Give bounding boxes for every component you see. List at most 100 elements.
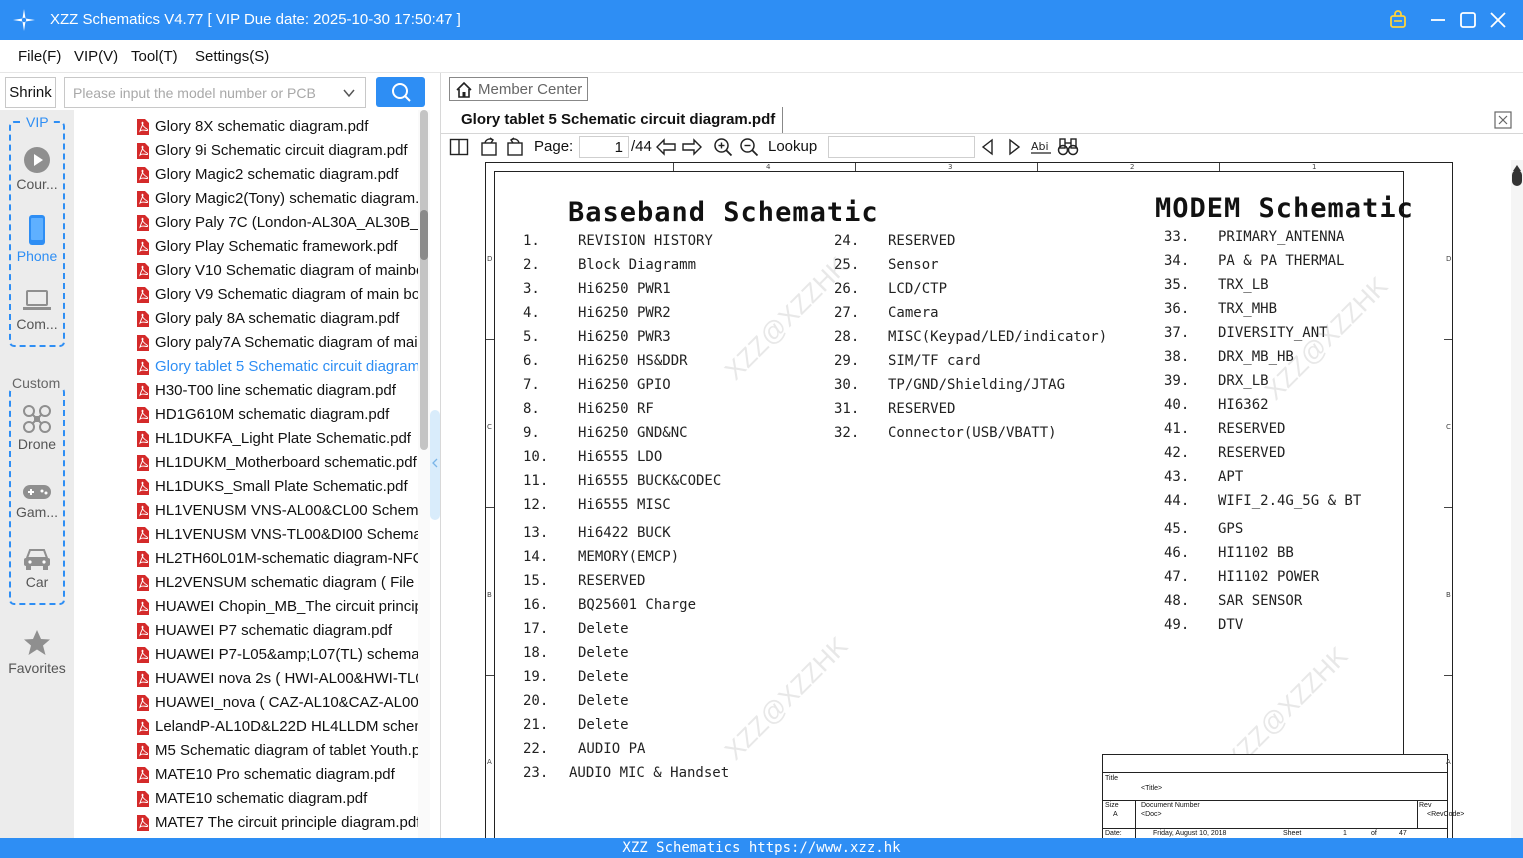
file-list-item[interactable]: HL1DUKM_Motherboard schematic.pdf bbox=[136, 452, 418, 476]
file-list-item[interactable]: Glory V9 Schematic diagram of main board… bbox=[136, 284, 418, 308]
shrink-button[interactable]: Shrink bbox=[5, 77, 56, 108]
file-name: MATE10 Pro schematic diagram.pdf bbox=[155, 766, 395, 783]
search-button[interactable] bbox=[376, 77, 425, 107]
file-list-item[interactable]: Glory paly7A Schematic diagram of mainbo… bbox=[136, 332, 418, 356]
match-case-icon[interactable]: Abi bbox=[1030, 137, 1052, 157]
lookup-input[interactable] bbox=[828, 136, 975, 158]
file-list-item[interactable]: MATE10 Pro schematic diagram.pdf bbox=[136, 764, 418, 788]
close-tab-icon[interactable] bbox=[1494, 111, 1512, 129]
category-favorites[interactable]: Favorites bbox=[0, 628, 74, 676]
vip-bag-icon[interactable] bbox=[1386, 8, 1410, 32]
file-name: HL2VENSUM schematic diagram ( File ).pdf bbox=[155, 574, 418, 591]
file-list-item[interactable]: Glory Magic2(Tony) schematic diagram.pdf bbox=[136, 188, 418, 212]
category-phone[interactable]: Phone bbox=[0, 214, 74, 264]
file-name: HUAWEI_nova ( CAZ-AL10&CAZ-AL00 ).pdf bbox=[155, 694, 418, 711]
toc-entry: BQ25601 Charge bbox=[578, 597, 697, 613]
file-list-item[interactable]: HL1VENUSM VNS-AL00&CL00 Schematic.pdf bbox=[136, 500, 418, 524]
panel-splitter-handle[interactable] bbox=[430, 410, 440, 520]
file-list-item[interactable]: H30-T00 line schematic diagram.pdf bbox=[136, 380, 418, 404]
file-list-item[interactable]: Glory Paly 7C (London-AL30A_AL30B_AL00) … bbox=[136, 212, 418, 236]
category-game[interactable]: Gam... bbox=[0, 482, 74, 520]
next-page-icon[interactable] bbox=[681, 137, 703, 157]
file-name: Glory paly7A Schematic diagram of mainbo… bbox=[155, 334, 418, 351]
file-list-item[interactable]: Glory Magic2 schematic diagram.pdf bbox=[136, 164, 418, 188]
chevron-down-icon[interactable] bbox=[342, 86, 356, 100]
toc-entry: Hi6250 HS&DDR bbox=[578, 353, 688, 369]
document-tab[interactable]: Glory tablet 5 Schematic circuit diagram… bbox=[449, 107, 783, 133]
document-viewer[interactable]: Baseband Schematic MODEM Schematic 1. REV… bbox=[441, 160, 1511, 838]
page-number-input[interactable] bbox=[579, 136, 629, 158]
toc-number: 1. bbox=[523, 233, 540, 249]
menu-tool[interactable]: Tool(T) bbox=[131, 48, 178, 65]
lookup-label: Lookup bbox=[768, 138, 818, 155]
zoom-out-icon[interactable] bbox=[739, 137, 759, 157]
file-list-item[interactable]: Glory tablet 5 Schematic circuit diagram… bbox=[136, 356, 418, 380]
file-list-item[interactable]: Glory V10 Schematic diagram of mainboard… bbox=[136, 260, 418, 284]
file-list-item[interactable]: HUAWEI nova 2s ( HWI-AL00&HWI-TL00 ).pdf bbox=[136, 668, 418, 692]
member-center-button[interactable]: Member Center bbox=[449, 77, 588, 101]
pdf-file-icon bbox=[137, 719, 149, 735]
file-list-item[interactable]: HUAWEI_nova ( CAZ-AL10&CAZ-AL00 ).pdf bbox=[136, 692, 418, 716]
toc-entry: Hi6250 PWR2 bbox=[578, 305, 671, 321]
toc-number: 15. bbox=[523, 573, 549, 589]
pdf-file-icon bbox=[137, 167, 149, 183]
toggle-sidebar-icon[interactable] bbox=[449, 137, 469, 157]
toc-number: 19. bbox=[523, 669, 549, 685]
toc-entry: Block Diagramm bbox=[578, 257, 697, 273]
menu-file[interactable]: File(F) bbox=[18, 48, 61, 65]
maximize-icon[interactable] bbox=[1456, 8, 1480, 32]
minimize-icon[interactable] bbox=[1426, 8, 1450, 32]
menu-vip[interactable]: VIP(V) bbox=[74, 48, 118, 65]
search-input[interactable] bbox=[73, 83, 335, 103]
category-car[interactable]: Car bbox=[0, 546, 74, 590]
file-list-item[interactable]: HL1VENUSM VNS-TL00&DI00 Schematic.pdf bbox=[136, 524, 418, 548]
file-list-item[interactable]: HL2VENSUM schematic diagram ( File ).pdf bbox=[136, 572, 418, 596]
file-list-item[interactable]: LelandP-AL10D&L22D HL4LLDM schematic.pdf bbox=[136, 716, 418, 740]
previous-page-icon[interactable] bbox=[655, 137, 677, 157]
rotate-left-icon[interactable] bbox=[479, 137, 499, 157]
pdf-file-icon bbox=[137, 239, 149, 255]
viewer-scrollbar[interactable] bbox=[1511, 160, 1523, 838]
file-list-item[interactable]: Glory paly 8A schematic diagram.pdf bbox=[136, 308, 418, 332]
toc-number: 17. bbox=[523, 621, 549, 637]
file-list-item[interactable]: HL1DUKFA_Light Plate Schematic.pdf bbox=[136, 428, 418, 452]
find-next-icon[interactable] bbox=[1006, 137, 1022, 157]
file-list-item[interactable]: MATE7 The circuit principle diagram.pdf bbox=[136, 812, 418, 836]
file-list-item[interactable]: HUAWEI P7 schematic diagram.pdf bbox=[136, 620, 418, 644]
find-previous-icon[interactable] bbox=[980, 137, 996, 157]
file-list-item[interactable]: Glory 8X schematic diagram.pdf bbox=[136, 116, 418, 140]
file-list-item[interactable]: MATE10 schematic diagram.pdf bbox=[136, 788, 418, 812]
file-list-item[interactable]: HUAWEI P7-L05&amp;L07(TL) schematic.pdf bbox=[136, 644, 418, 668]
search-field[interactable] bbox=[64, 77, 366, 108]
file-list-scrollbar[interactable] bbox=[418, 110, 430, 838]
toc-entry: Delete bbox=[578, 717, 629, 733]
file-list-item[interactable]: HL1DUKS_Small Plate Schematic.pdf bbox=[136, 476, 418, 500]
gamepad-icon bbox=[23, 485, 51, 499]
window-title: XZZ Schematics V4.77 [ VIP Due date: 202… bbox=[50, 11, 461, 28]
file-list-item[interactable]: Glory 9i Schematic circuit diagram.pdf bbox=[136, 140, 418, 164]
pdf-file-icon bbox=[137, 599, 149, 615]
scrollbar-thumb[interactable] bbox=[420, 210, 428, 260]
file-name: HL1VENUSM VNS-AL00&CL00 Schematic.pdf bbox=[155, 502, 418, 519]
toc-number: 32. bbox=[834, 425, 860, 441]
category-label: Drone bbox=[17, 436, 57, 452]
viewer-scrollbar-thumb[interactable] bbox=[1512, 170, 1522, 186]
rotate-right-icon[interactable] bbox=[505, 137, 525, 157]
category-drone[interactable]: Drone bbox=[0, 404, 74, 452]
file-list-item[interactable]: HL2TH60L01M-schematic diagram-NFC.pdf bbox=[136, 548, 418, 572]
toc-entry: TRX_MHB bbox=[1218, 301, 1278, 317]
file-list-item[interactable]: M5 Schematic diagram of tablet Youth.pdf bbox=[136, 740, 418, 764]
category-courses[interactable]: Cour... bbox=[0, 146, 74, 192]
toc-number: 11. bbox=[523, 473, 549, 489]
toc-number: 49. bbox=[1164, 617, 1190, 633]
file-list-item[interactable]: HUAWEI Chopin_MB_The circuit principle.p… bbox=[136, 596, 418, 620]
close-icon[interactable] bbox=[1486, 8, 1510, 32]
file-list-item[interactable]: Glory Play Schematic framework.pdf bbox=[136, 236, 418, 260]
menu-settings[interactable]: Settings(S) bbox=[195, 48, 269, 65]
zoom-in-icon[interactable] bbox=[713, 137, 733, 157]
category-computer[interactable]: Com... bbox=[0, 288, 74, 332]
file-list-item[interactable]: HD1G610M schematic diagram.pdf bbox=[136, 404, 418, 428]
file-name: MATE10 schematic diagram.pdf bbox=[155, 790, 368, 807]
binoculars-icon[interactable] bbox=[1057, 137, 1079, 157]
file-name: Glory Magic2 schematic diagram.pdf bbox=[155, 166, 399, 183]
